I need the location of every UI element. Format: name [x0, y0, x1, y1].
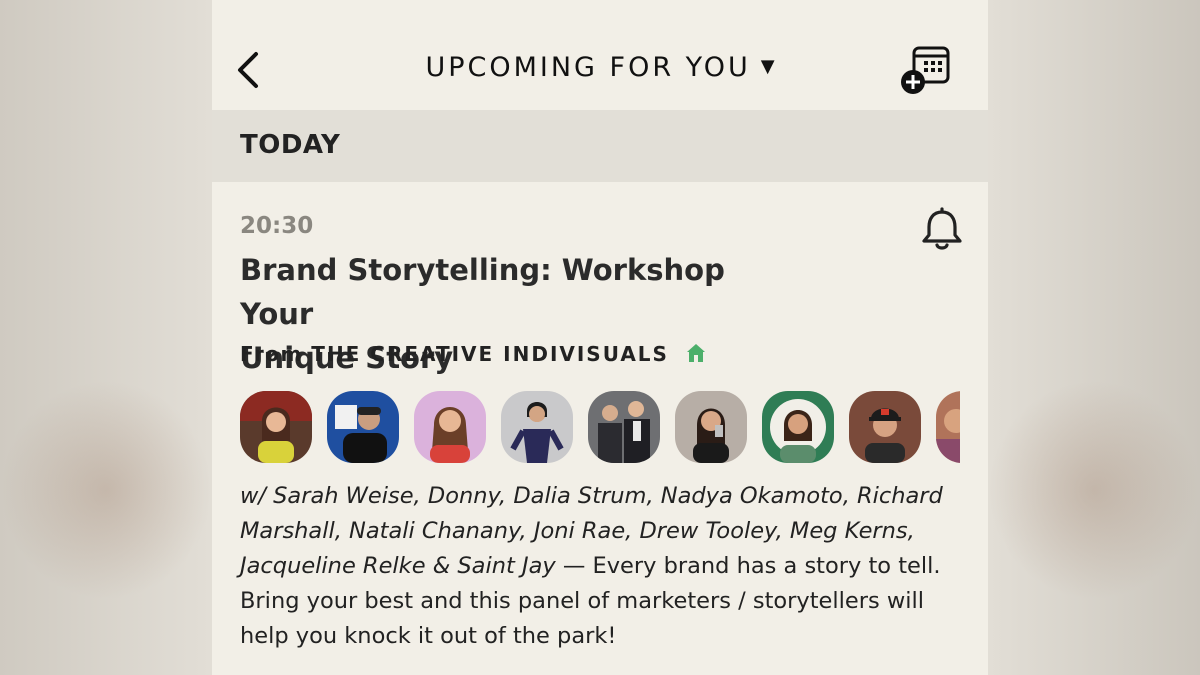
event-time: 20:30	[240, 213, 314, 239]
add-to-calendar-button[interactable]	[900, 44, 952, 96]
bell-icon	[922, 207, 962, 250]
avatar-photo	[849, 391, 921, 463]
speaker-avatar[interactable]	[588, 391, 660, 463]
avatar-photo	[327, 391, 399, 463]
event-card[interactable]: 20:30 Brand Storytelling: Workshop Your …	[212, 182, 988, 675]
calendar-add-icon	[901, 46, 950, 94]
page-title: UPCOMING FOR YOU	[425, 52, 751, 83]
speaker-avatar[interactable]	[849, 391, 921, 463]
speaker-avatar[interactable]	[936, 391, 960, 463]
avatar-photo	[501, 391, 573, 463]
avatar-photo	[588, 391, 660, 463]
event-title-line-1: Brand Storytelling: Workshop Your	[240, 253, 725, 331]
background-blur-right	[988, 0, 1200, 675]
notify-bell-button[interactable]	[919, 207, 965, 253]
speaker-avatar[interactable]	[414, 391, 486, 463]
app-screen: UPCOMING FOR YOU ▼ TODAY 20:30 Brand Sto…	[212, 0, 988, 675]
speaker-avatar[interactable]	[240, 391, 312, 463]
section-header-today: TODAY	[212, 110, 988, 182]
speaker-avatar[interactable]	[327, 391, 399, 463]
avatar-photo	[936, 391, 960, 463]
avatar-photo	[762, 391, 834, 463]
club-name-link[interactable]: THE CREATIVE INDIVISUALS	[311, 342, 669, 366]
from-prefix: From	[240, 342, 303, 366]
avatar-photo	[414, 391, 486, 463]
top-bar: UPCOMING FOR YOU ▼	[212, 0, 988, 110]
background-blur-left	[0, 0, 212, 675]
speaker-avatars	[240, 391, 960, 465]
upcoming-filter-dropdown[interactable]: UPCOMING FOR YOU ▼	[212, 52, 988, 83]
event-description: w/ Sarah Weise, Donny, Dalia Strum, Nady…	[240, 479, 960, 654]
section-label: TODAY	[240, 130, 341, 160]
speaker-avatar[interactable]	[501, 391, 573, 463]
caret-down-icon: ▼	[760, 56, 775, 77]
avatar-photo	[240, 391, 312, 463]
avatar-photo	[675, 391, 747, 463]
house-icon	[687, 344, 706, 362]
speaker-avatar[interactable]	[675, 391, 747, 463]
speaker-avatar[interactable]	[762, 391, 834, 463]
event-host: From THE CREATIVE INDIVISUALS	[240, 342, 707, 366]
